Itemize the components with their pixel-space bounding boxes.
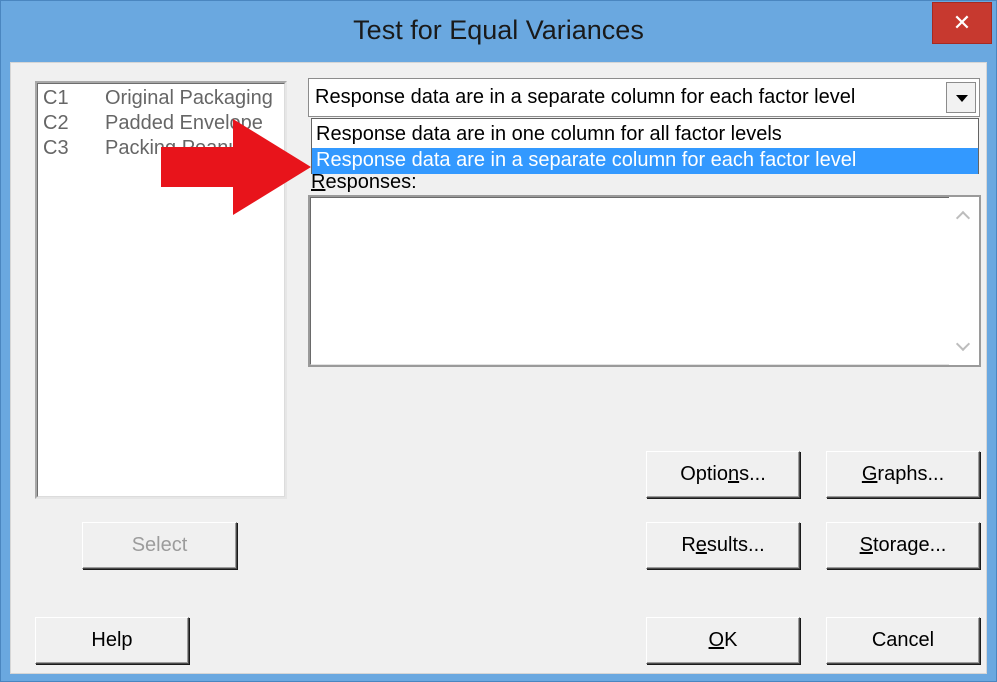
responses-label: Responses: (311, 171, 417, 193)
ok-button[interactable]: OK (646, 617, 800, 664)
close-button[interactable]: ✕ (932, 2, 992, 44)
variable-id: C3 (43, 137, 69, 159)
results-button[interactable]: Results... (646, 522, 800, 569)
title-bar[interactable]: Test for Equal Variances ✕ (1, 1, 996, 61)
scroll-up-icon[interactable] (955, 209, 971, 226)
scroll-down-icon[interactable] (955, 336, 971, 353)
variable-name: Original Packaging (105, 87, 273, 109)
dialog-body: C1 Original Packaging C2 Padded Envelope… (10, 62, 987, 674)
variable-id: C2 (43, 112, 69, 134)
variable-id: C1 (43, 87, 69, 109)
dialog-title: Test for Equal Variances (353, 15, 644, 45)
cancel-button[interactable]: Cancel (826, 617, 980, 664)
red-arrow-annotation-icon (161, 119, 311, 215)
graphs-button[interactable]: Graphs... (826, 451, 980, 498)
responses-input[interactable] (308, 195, 981, 367)
data-layout-dropdown-list: Response data are in one column for all … (311, 118, 979, 174)
storage-button[interactable]: Storage... (826, 522, 980, 569)
options-button[interactable]: Options... (646, 451, 800, 498)
help-button[interactable]: Help (35, 617, 189, 664)
dropdown-option-one-column[interactable]: Response data are in one column for all … (312, 122, 978, 148)
data-layout-value: Response data are in a separate column f… (315, 86, 856, 108)
select-button[interactable]: Select (82, 522, 237, 569)
close-icon: ✕ (952, 10, 972, 35)
chevron-down-icon[interactable] (946, 82, 976, 113)
dialog-window: Test for Equal Variances ✕ C1 Original P… (0, 0, 997, 682)
data-layout-combobox[interactable]: Response data are in a separate column f… (308, 78, 980, 117)
responses-scrollbar[interactable] (949, 197, 979, 365)
